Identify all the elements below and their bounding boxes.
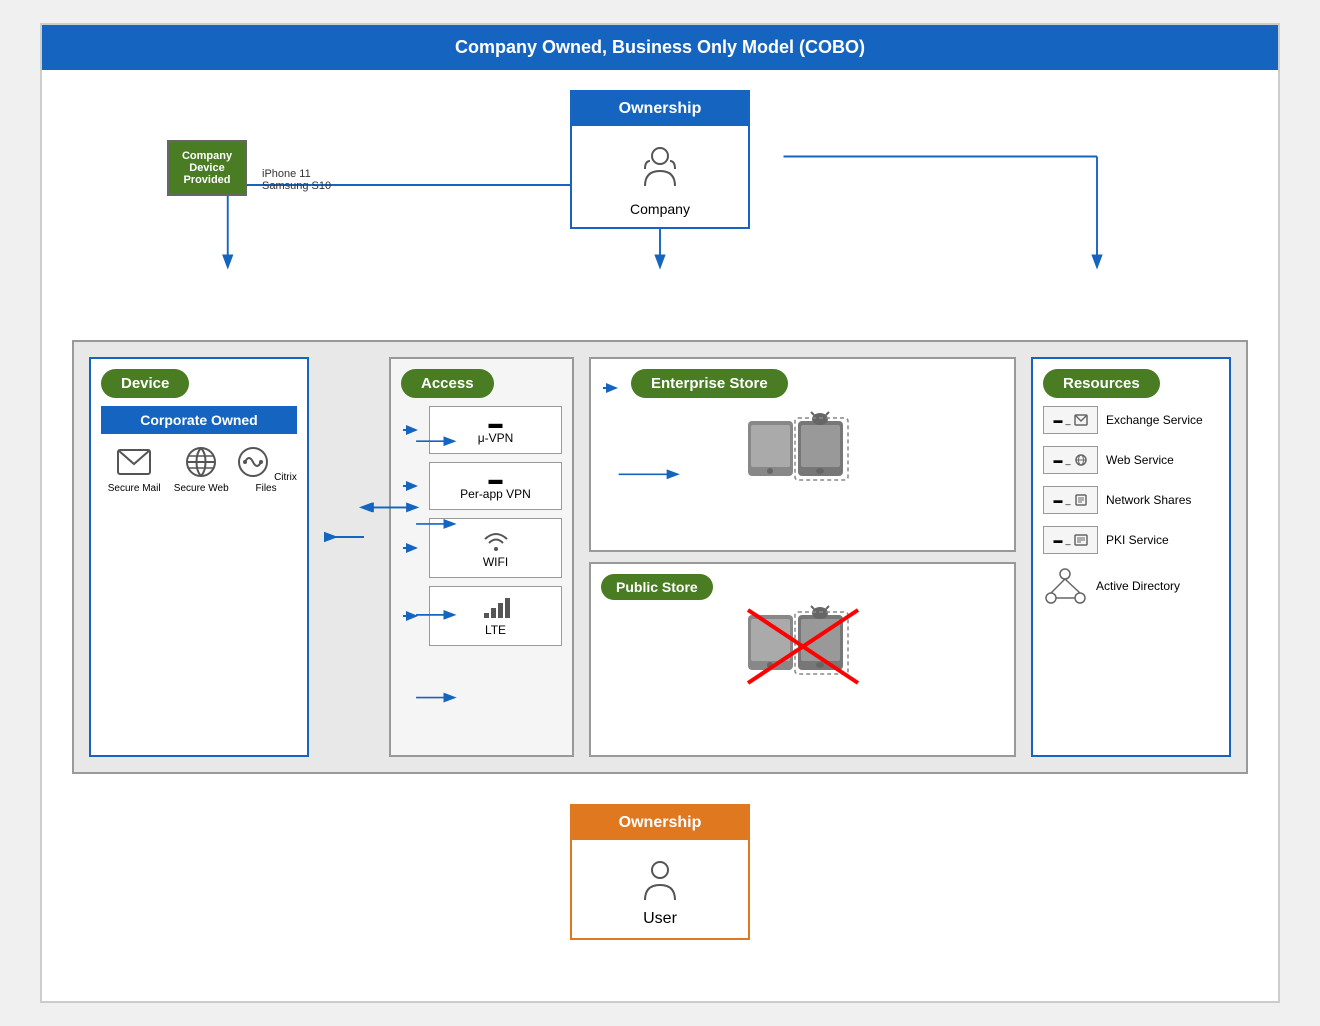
enterprise-store-box: Enterprise Store: [589, 357, 1016, 552]
secure-mail-icon-item: Secure Mail: [101, 444, 167, 494]
title-bar: Company Owned, Business Only Model (COBO…: [42, 25, 1278, 70]
exchange-icon-inner: ▬ _: [1053, 414, 1087, 426]
public-store-badge: Public Store: [601, 574, 713, 600]
secure-mail-label: Secure Mail: [108, 483, 161, 494]
enterprise-arrow-icon: [601, 378, 621, 398]
public-store-box: Public Store: [589, 562, 1016, 757]
device-access-arrow: [324, 357, 374, 757]
network-shares-item: ▬ _ Network Shares: [1043, 486, 1219, 514]
citrix-files-icon-item: Citrix Files: [235, 444, 297, 494]
wifi-arrow-icon: [401, 538, 421, 558]
web-icon-box: ▬ _: [1043, 446, 1098, 474]
active-directory-icon: [1043, 566, 1088, 606]
lte-icon: [481, 595, 511, 620]
secure-mail-icon: [116, 444, 152, 480]
access-badge: Access: [401, 369, 494, 398]
user-ownership-box: Ownership User: [570, 804, 750, 940]
lte-arrow-icon: [401, 606, 421, 626]
store-column: Enterprise Store: [589, 357, 1016, 757]
user-ownership-body: User: [572, 840, 748, 938]
user-label: User: [582, 910, 738, 928]
active-directory-label: Active Directory: [1096, 579, 1180, 593]
pervpn-item: ▬ Per-app VPN: [429, 462, 562, 510]
main-area: Device Corporate Owned Secure Mail: [72, 340, 1248, 774]
exchange-label: Exchange Service: [1106, 413, 1203, 427]
user-person-icon: [635, 855, 685, 905]
uvpn-item: ▬ μ-VPN: [429, 406, 562, 454]
pki-key-icon: [1074, 534, 1088, 546]
web-icon-inner: ▬ _: [1053, 454, 1087, 466]
secure-web-icon-item: Secure Web: [167, 444, 235, 494]
network-shares-label: Network Shares: [1106, 493, 1191, 507]
exchange-service-item: ▬ _ Exchange Service: [1043, 406, 1219, 434]
web-globe-icon: [1074, 454, 1088, 466]
uvpn-arrow-icon: [401, 420, 421, 440]
pki-service-label: PKI Service: [1106, 533, 1169, 547]
web-service-label: Web Service: [1106, 453, 1174, 467]
enterprise-store-header: Enterprise Store: [601, 369, 1004, 406]
network-doc-icon: [1074, 494, 1088, 506]
citrix-files-icon: [235, 444, 271, 480]
wifi-label: WIFI: [438, 555, 553, 569]
company-device-label: Company Device Provided: [182, 150, 232, 186]
device-access-arrow-svg: [324, 357, 374, 757]
wifi-row: WIFI: [401, 518, 562, 578]
company-ownership-box: Ownership Company: [570, 90, 750, 229]
uvpn-label: μ-VPN: [438, 431, 553, 445]
bottom-ownership: Ownership User: [72, 804, 1248, 940]
resources-column: Resources ▬ _: [1031, 357, 1231, 757]
pki-icon-inner: ▬ _: [1053, 534, 1087, 546]
exchange-icon-box: ▬ _: [1043, 406, 1098, 434]
lte-label: LTE: [438, 623, 553, 637]
enterprise-store-icons: [601, 411, 1004, 491]
company-person-icon: [635, 141, 685, 191]
pki-icon-box: ▬ _: [1043, 526, 1098, 554]
pki-service-item: ▬ _ PKI Service: [1043, 526, 1219, 554]
wifi-icon: [481, 527, 511, 552]
pervpn-label: Per-app VPN: [438, 487, 553, 501]
user-ownership-header: Ownership: [572, 806, 748, 840]
secure-web-label: Secure Web: [174, 483, 229, 494]
network-icon-box: ▬ _: [1043, 486, 1098, 514]
diagram-wrapper: Company Owned, Business Only Model (COBO…: [40, 23, 1280, 1003]
network-icon-inner: ▬ _: [1053, 494, 1087, 506]
wifi-item: WIFI: [429, 518, 562, 578]
device-column: Device Corporate Owned Secure Mail: [89, 357, 309, 757]
title-text: Company Owned, Business Only Model (COBO…: [455, 37, 865, 57]
enterprise-device-icons: [743, 411, 863, 491]
app-icons: Secure Mail Secure Web: [101, 444, 297, 494]
lte-item: LTE: [429, 586, 562, 646]
device-labels: iPhone 11 Samsung S10: [262, 168, 331, 192]
company-device-box: Company Device Provided: [167, 140, 247, 196]
device-model-samsung: Samsung S10: [262, 180, 331, 192]
pervpn-row: ▬ Per-app VPN: [401, 462, 562, 510]
columns: Device Corporate Owned Secure Mail: [89, 357, 1231, 757]
company-label: Company: [582, 201, 738, 217]
company-ownership-body: Company: [572, 126, 748, 227]
company-ownership-header: Ownership: [572, 92, 748, 126]
resources-badge: Resources: [1043, 369, 1160, 398]
pervpn-arrow-icon: [401, 476, 421, 496]
public-store-device-icons: [743, 605, 863, 685]
public-store-icons: [601, 605, 1004, 685]
web-service-item: ▬ _ Web Service: [1043, 446, 1219, 474]
device-badge: Device: [101, 369, 189, 398]
enterprise-store-badge: Enterprise Store: [631, 369, 788, 398]
secure-web-icon: [183, 444, 219, 480]
top-section: Company Device Provided iPhone 11 Samsun…: [72, 90, 1248, 280]
uvpn-row: ▬ μ-VPN: [401, 406, 562, 454]
corporate-owned-label: Corporate Owned: [101, 406, 297, 434]
active-directory-item: Active Directory: [1043, 566, 1219, 606]
diagram-content: Company Device Provided iPhone 11 Samsun…: [42, 70, 1278, 960]
access-column: Access ▬ μ-VPN: [389, 357, 574, 757]
device-model-iphone: iPhone 11: [262, 168, 331, 180]
lte-row: LTE: [401, 586, 562, 646]
exchange-mail-icon: [1074, 414, 1088, 426]
